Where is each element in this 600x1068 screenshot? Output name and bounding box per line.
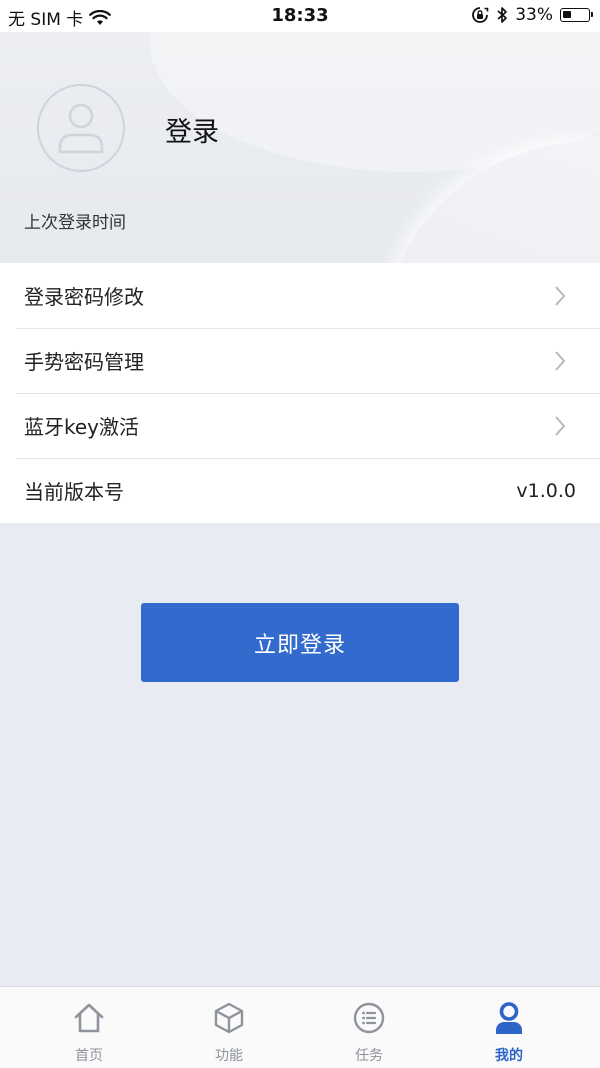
status-right: 33%	[471, 5, 593, 25]
login-title[interactable]: 登录	[165, 110, 219, 149]
tab-label: 功能	[215, 1048, 243, 1064]
chevron-right-icon	[555, 416, 566, 436]
last-login-time-label: 上次登录时间	[24, 213, 126, 233]
tab-label: 首页	[75, 1048, 103, 1064]
menu-item-version: 当前版本号 v1.0.0	[0, 458, 600, 523]
tab-label: 我的	[495, 1048, 523, 1064]
chevron-right-icon	[555, 351, 566, 371]
cube-icon	[214, 1002, 244, 1034]
orientation-lock-icon	[472, 7, 489, 23]
tab-functions[interactable]: 功能	[154, 987, 304, 1068]
home-icon	[74, 1003, 104, 1033]
tab-home[interactable]: 首页	[14, 987, 164, 1068]
version-value: v1.0.0	[516, 479, 576, 502]
menu-item-change-password[interactable]: 登录密码修改	[0, 263, 600, 328]
tab-bar: 首页 功能 任务 我的	[0, 986, 600, 1068]
menu-item-label: 蓝牙key激活	[24, 415, 140, 439]
tab-mine[interactable]: 我的	[434, 987, 584, 1068]
bluetooth-icon	[497, 7, 508, 23]
menu-item-label: 当前版本号	[24, 480, 124, 504]
battery-icon	[560, 8, 593, 22]
battery-level	[563, 11, 571, 18]
user-icon	[496, 1002, 522, 1034]
avatar[interactable]	[37, 84, 125, 172]
settings-menu: 登录密码修改 手势密码管理 蓝牙key激活 当前版本号 v1.0.0	[0, 263, 600, 523]
login-button[interactable]: 立即登录	[141, 603, 459, 682]
menu-item-bluetooth-key[interactable]: 蓝牙key激活	[0, 393, 600, 458]
menu-item-label: 登录密码修改	[24, 285, 144, 309]
list-icon	[353, 1002, 385, 1034]
chevron-right-icon	[555, 286, 566, 306]
menu-item-label: 手势密码管理	[24, 350, 144, 374]
status-bar: 无 SIM 卡 18:33 33%	[0, 0, 600, 32]
profile-header: 登录 上次登录时间	[0, 32, 600, 263]
tab-label: 任务	[355, 1048, 383, 1064]
user-placeholder-icon	[58, 103, 104, 154]
menu-item-gesture-password[interactable]: 手势密码管理	[0, 328, 600, 393]
tab-tasks[interactable]: 任务	[294, 987, 444, 1068]
battery-percent: 33%	[515, 5, 553, 25]
